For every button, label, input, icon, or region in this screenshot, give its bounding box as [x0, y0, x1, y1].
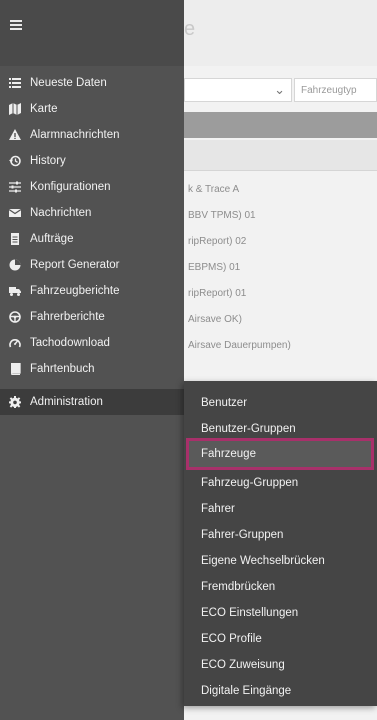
- hamburger-menu-icon[interactable]: [10, 20, 22, 30]
- chevron-down-icon: ⌄: [274, 82, 285, 97]
- envelope-icon: [9, 207, 21, 219]
- sidebar-item-label: Administration: [30, 396, 103, 408]
- administration-submenu: Benutzer Benutzer-Gruppen Fahrzeuge Fahr…: [184, 381, 377, 706]
- sidebar-item-history[interactable]: History: [0, 148, 184, 174]
- sidebar-item-karte[interactable]: Karte: [0, 96, 184, 122]
- drawer-header: [0, 0, 184, 66]
- sidebar-item-fahrtenbuch[interactable]: Fahrtenbuch: [0, 356, 184, 382]
- truck-icon: [9, 285, 21, 297]
- sidebar-item-label: Aufträge: [30, 233, 74, 245]
- sidebar-item-label: Neueste Daten: [30, 77, 107, 89]
- gauge-icon: [9, 337, 21, 349]
- table-row[interactable]: BBV TPMS) 01: [184, 203, 377, 229]
- table-row[interactable]: k & Trace A: [184, 177, 377, 203]
- submenu-item-digitale-eingaenge[interactable]: Digitale Eingänge: [186, 678, 374, 704]
- document-icon: [9, 233, 21, 245]
- sidebar-item-label: Konfigurationen: [30, 181, 111, 193]
- page-title: e: [184, 18, 196, 40]
- sidebar-item-tachodownload[interactable]: Tachodownload: [0, 330, 184, 356]
- sidebar-item-alarmnachrichten[interactable]: Alarmnachrichten: [0, 122, 184, 148]
- submenu-item-fahrer[interactable]: Fahrer: [186, 496, 374, 522]
- history-icon: [9, 155, 21, 167]
- submenu-item-label: Benutzer: [201, 397, 248, 409]
- gear-icon: [9, 396, 21, 408]
- vehicle-type-filter[interactable]: Fahrzeugtyp: [294, 78, 377, 102]
- submenu-item-eco-einstellungen[interactable]: ECO Einstellungen: [186, 600, 374, 626]
- sidebar-item-auftraege[interactable]: Aufträge: [0, 226, 184, 252]
- submenu-item-eco-zuweisung[interactable]: ECO Zuweisung: [186, 652, 374, 678]
- side-drawer: Neueste Daten Karte Alarmnachrichten His…: [0, 0, 184, 720]
- sidebar-item-nachrichten[interactable]: Nachrichten: [0, 200, 184, 226]
- table-row[interactable]: Airsave Dauerpumpen): [184, 333, 377, 359]
- submenu-item-benutzer[interactable]: Benutzer: [186, 390, 374, 416]
- toolbar-bar: [184, 112, 377, 138]
- pie-chart-icon: [9, 259, 21, 271]
- sidebar-item-label: Tachodownload: [30, 337, 110, 349]
- sidebar-item-label: Karte: [30, 103, 58, 115]
- submenu-item-label: ECO Einstellungen: [201, 607, 299, 619]
- table-row[interactable]: ripReport) 01: [184, 281, 377, 307]
- table-row[interactable]: ripReport) 02: [184, 229, 377, 255]
- sidebar-item-label: Fahrerberichte: [30, 311, 105, 323]
- list-icon: [9, 77, 21, 89]
- submenu-item-fahrzeug-gruppen[interactable]: Fahrzeug-Gruppen: [186, 470, 374, 496]
- submenu-item-label: Fahrzeug-Gruppen: [201, 477, 299, 489]
- submenu-item-label: Fahrer: [201, 503, 235, 515]
- sidebar-item-fahrerberichte[interactable]: Fahrerberichte: [0, 304, 184, 330]
- sidebar-item-konfigurationen[interactable]: Konfigurationen: [0, 174, 184, 200]
- submenu-item-eigene-wechselbruecken[interactable]: Eigene Wechselbrücken: [186, 548, 374, 574]
- vehicle-select[interactable]: ⌄: [184, 78, 292, 102]
- sidebar-item-label: Alarmnachrichten: [30, 129, 120, 141]
- submenu-item-label: ECO Zuweisung: [201, 659, 285, 671]
- submenu-item-label: ECO Profile: [201, 633, 262, 645]
- submenu-item-eco-profile[interactable]: ECO Profile: [186, 626, 374, 652]
- submenu-item-fahrer-gruppen[interactable]: Fahrer-Gruppen: [186, 522, 374, 548]
- table-row[interactable]: Airsave OK): [184, 307, 377, 333]
- submenu-item-label: Fahrzeuge: [201, 448, 256, 460]
- submenu-item-label: Fremdbrücken: [201, 581, 276, 593]
- warning-icon: [9, 129, 21, 141]
- book-icon: [9, 363, 21, 375]
- submenu-item-fremdbruecken[interactable]: Fremdbrücken: [186, 574, 374, 600]
- map-icon: [9, 103, 21, 115]
- sidebar-item-fahrzeugberichte[interactable]: Fahrzeugberichte: [0, 278, 184, 304]
- submenu-item-label: Eigene Wechselbrücken: [201, 555, 325, 567]
- table-row[interactable]: EBPMS) 01: [184, 255, 377, 281]
- sidebar-item-neueste-daten[interactable]: Neueste Daten: [0, 70, 184, 96]
- sidebar-item-label: Fahrtenbuch: [30, 363, 95, 375]
- submenu-item-label: Digitale Eingänge: [201, 685, 292, 697]
- table-header: [184, 140, 377, 171]
- sidebar-item-label: Report Generator: [30, 259, 120, 271]
- sidebar-item-label: History: [30, 155, 66, 167]
- sidebar-item-label: Nachrichten: [30, 207, 92, 219]
- sidebar-item-administration[interactable]: Administration: [0, 389, 184, 415]
- submenu-item-label: Fahrer-Gruppen: [201, 529, 284, 541]
- sliders-icon: [9, 181, 21, 193]
- sidebar-item-report-generator[interactable]: Report Generator: [0, 252, 184, 278]
- submenu-item-label: Benutzer-Gruppen: [201, 423, 296, 435]
- steering-wheel-icon: [9, 311, 21, 323]
- submenu-item-fahrzeuge[interactable]: Fahrzeuge: [186, 438, 374, 470]
- sidebar-item-label: Fahrzeugberichte: [30, 285, 120, 297]
